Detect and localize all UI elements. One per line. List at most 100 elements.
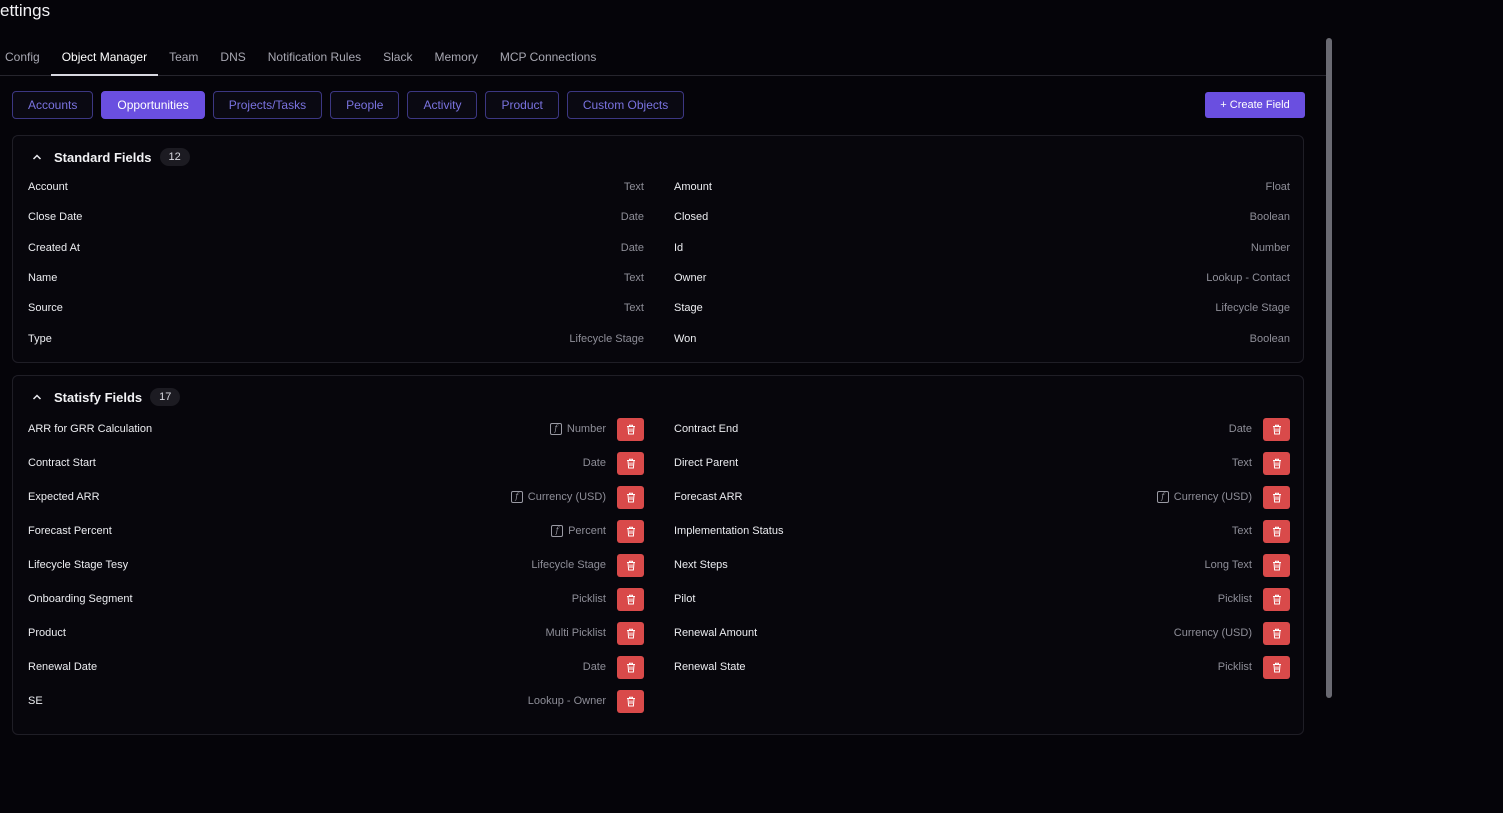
field-type: Float xyxy=(1266,181,1290,193)
field-type-label: Text xyxy=(623,181,644,193)
delete-field-button[interactable] xyxy=(617,655,644,679)
field-row-product: Product Multi Picklist xyxy=(28,619,644,647)
delete-field-button[interactable] xyxy=(1263,417,1290,441)
field-row-expected-arr: Expected ARR f Currency (USD) xyxy=(28,483,644,511)
field-type-label: Currency (USD) xyxy=(527,491,606,503)
field-type-label: Long Text xyxy=(1204,559,1252,571)
object-projects-tasks-button[interactable]: Projects/Tasks xyxy=(212,91,323,119)
delete-field-button[interactable] xyxy=(1263,485,1290,509)
trash-icon xyxy=(626,526,636,537)
field-type: Text xyxy=(1232,457,1252,469)
object-accounts-button[interactable]: Accounts xyxy=(12,91,94,119)
delete-field-button[interactable] xyxy=(1263,451,1290,475)
trash-icon xyxy=(1272,458,1282,469)
field-type-label: Date xyxy=(1228,423,1252,435)
field-name: Account xyxy=(28,181,68,193)
chevron-up-icon[interactable] xyxy=(31,151,43,163)
field-row-name: Name Text xyxy=(28,264,644,292)
field-name: Next Steps xyxy=(674,559,728,571)
delete-field-button[interactable] xyxy=(1263,655,1290,679)
object-product-button[interactable]: Product xyxy=(485,91,559,119)
field-name: Close Date xyxy=(28,211,83,224)
page-title: ettings xyxy=(0,1,51,20)
delete-field-button[interactable] xyxy=(617,553,644,577)
statisfy-fields-count: 17 xyxy=(150,388,181,406)
object-opportunities-button[interactable]: Opportunities xyxy=(101,91,205,119)
delete-field-button[interactable] xyxy=(1263,587,1290,611)
field-type: Lifecycle Stage xyxy=(569,333,644,345)
delete-field-button[interactable] xyxy=(617,621,644,645)
field-type: Text xyxy=(624,181,644,193)
field-name: Name xyxy=(28,271,58,284)
object-people-button[interactable]: People xyxy=(330,91,400,119)
field-type: Lookup - Contact xyxy=(1206,272,1290,284)
field-type-label: Picklist xyxy=(571,593,606,605)
settings-tabs: Config Object Manager Team DNS Notification … xyxy=(0,44,1327,76)
field-row-forecast-arr: Forecast ARR f Currency (USD) xyxy=(674,483,1290,511)
tab-memory[interactable]: Memory xyxy=(423,44,488,76)
object-activity-button[interactable]: Activity xyxy=(407,91,478,119)
delete-field-button[interactable] xyxy=(1263,519,1290,543)
tab-mcp-connections[interactable]: MCP Connections xyxy=(489,44,608,76)
field-type: Picklist xyxy=(1218,661,1252,673)
tab-slack[interactable]: Slack xyxy=(372,44,423,76)
tab-team[interactable]: Team xyxy=(158,44,209,76)
field-type: Boolean xyxy=(1250,211,1290,223)
formula-icon: f xyxy=(549,423,562,435)
trash-icon xyxy=(626,594,636,605)
field-row-account: Account Text xyxy=(28,173,644,201)
tab-notification-rules[interactable]: Notification Rules xyxy=(257,44,372,76)
delete-field-button[interactable] xyxy=(617,451,644,475)
field-type: Text xyxy=(624,302,644,314)
field-type: Date xyxy=(621,211,644,223)
field-name: Product xyxy=(28,627,66,639)
create-field-button[interactable]: + Create Field xyxy=(1205,92,1305,118)
trash-icon xyxy=(626,628,636,639)
trash-icon xyxy=(1272,492,1282,503)
delete-field-button[interactable] xyxy=(617,417,644,441)
field-row-renewal-state: Renewal State Picklist xyxy=(674,653,1290,681)
field-row-created-at: Created At Date xyxy=(28,234,644,262)
field-type: Date xyxy=(583,661,606,673)
field-name: Id xyxy=(674,241,684,254)
field-type: f Currency (USD) xyxy=(1156,491,1252,503)
field-type: Number xyxy=(1251,242,1290,254)
object-custom-objects-button[interactable]: Custom Objects xyxy=(566,91,685,119)
delete-field-button[interactable] xyxy=(617,587,644,611)
trash-icon xyxy=(1272,560,1282,571)
tab-object-manager[interactable]: Object Manager xyxy=(50,44,159,76)
field-name: Pilot xyxy=(674,593,696,605)
trash-icon xyxy=(626,696,636,707)
trash-icon xyxy=(626,560,636,571)
statisfy-fields-header[interactable]: Statisfy Fields 17 xyxy=(31,388,181,406)
standard-fields-header[interactable]: Standard Fields 12 xyxy=(31,148,190,166)
field-type-label: Date xyxy=(620,211,644,224)
field-type-label: Lifecycle Stage xyxy=(1215,302,1290,315)
field-type-label: Lookup - Owner xyxy=(527,695,606,707)
field-name: Won xyxy=(674,332,697,345)
field-type: Multi Picklist xyxy=(545,627,606,639)
tab-dns[interactable]: DNS xyxy=(209,44,256,76)
trash-icon xyxy=(626,492,636,503)
statisfy-fields-panel: Statisfy Fields 17 ARR for GRR Calculati… xyxy=(12,375,1304,735)
page-scrollbar[interactable] xyxy=(1326,38,1332,698)
field-type-label: Number xyxy=(566,423,606,435)
trash-icon xyxy=(1272,594,1282,605)
delete-field-button[interactable] xyxy=(1263,553,1290,577)
field-type: Text xyxy=(624,272,644,284)
field-name: Onboarding Segment xyxy=(28,593,133,605)
field-type-label: Multi Picklist xyxy=(545,627,606,639)
field-row-arr-for-grr-calculation: ARR for GRR Calculation f Number xyxy=(28,415,644,443)
field-type-label: Lifecycle Stage xyxy=(569,332,644,345)
tab-config[interactable]: Config xyxy=(0,44,51,76)
delete-field-button[interactable] xyxy=(617,485,644,509)
delete-field-button[interactable] xyxy=(617,689,644,713)
field-type-label: Text xyxy=(623,302,644,315)
field-type: Lifecycle Stage xyxy=(531,559,606,571)
field-type: Date xyxy=(583,457,606,469)
delete-field-button[interactable] xyxy=(617,519,644,543)
chevron-up-icon[interactable] xyxy=(31,391,43,403)
delete-field-button[interactable] xyxy=(1263,621,1290,645)
field-name: Source xyxy=(28,302,63,315)
field-name: ARR for GRR Calculation xyxy=(28,423,153,435)
